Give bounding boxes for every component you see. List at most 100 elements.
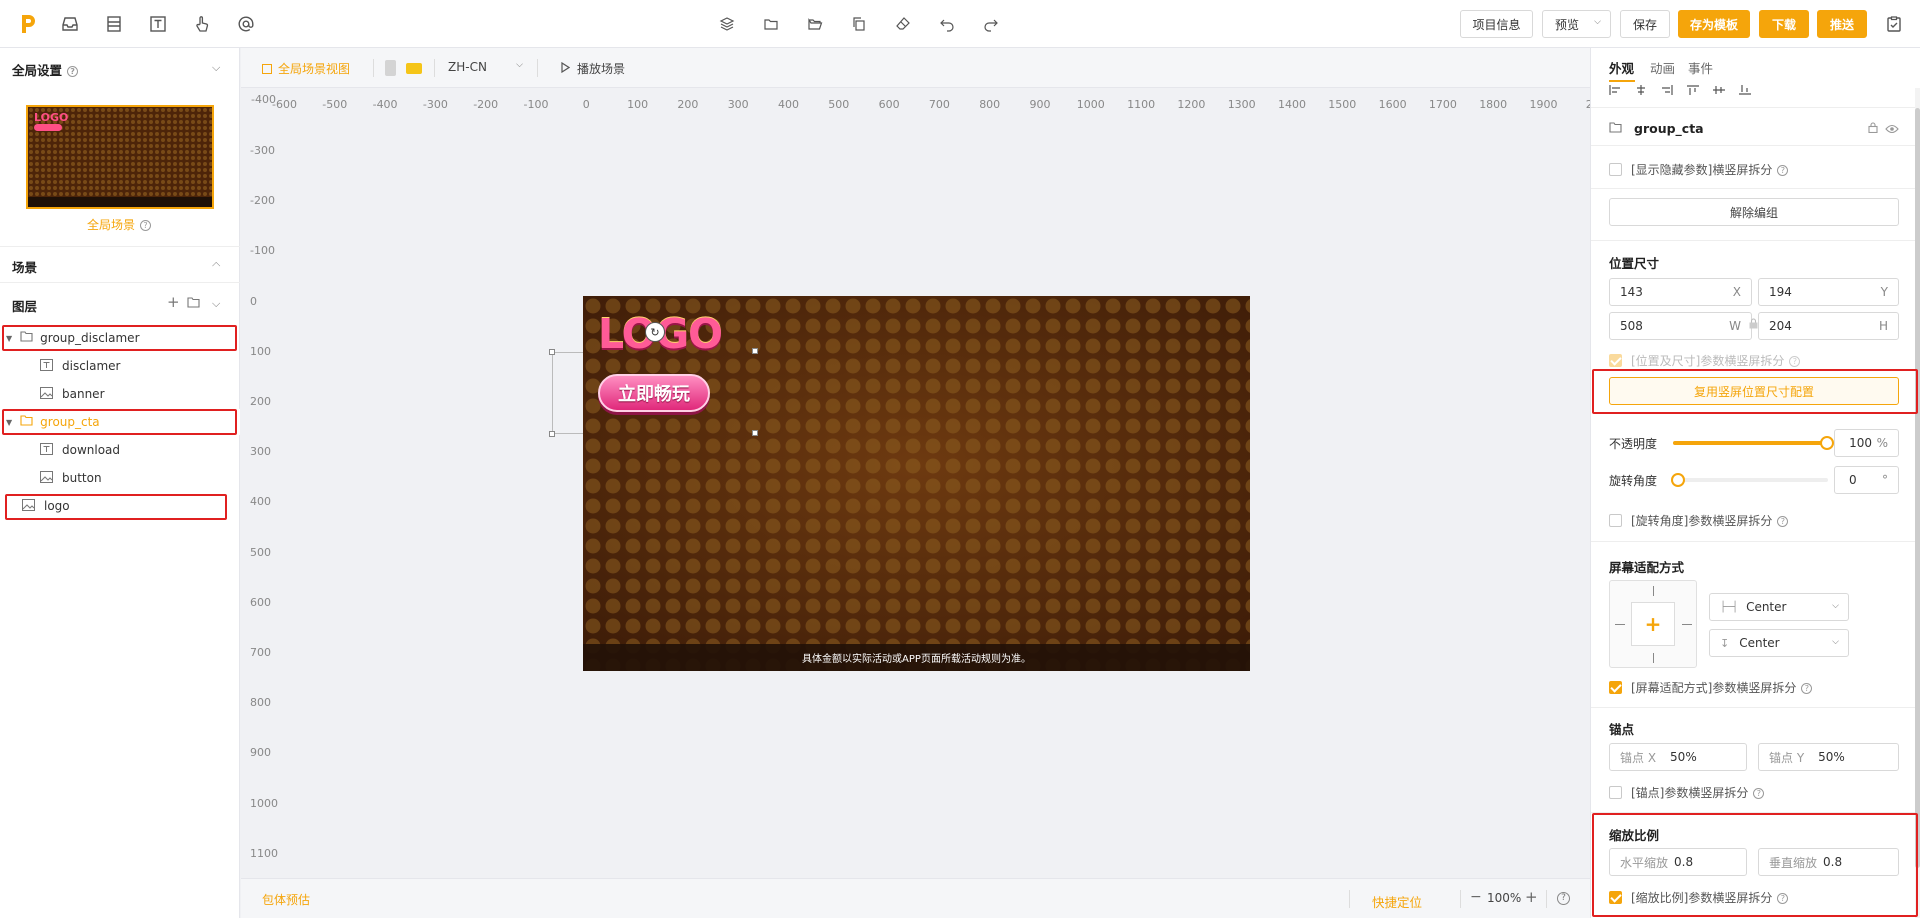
layout-icon[interactable] (102, 12, 126, 36)
opacity-slider[interactable] (1673, 436, 1834, 450)
bg-color-swatch-yellow[interactable] (406, 63, 422, 74)
layer-item-logo[interactable]: logo (0, 493, 240, 519)
fit-left-line[interactable] (1615, 624, 1625, 625)
rotation-slider[interactable] (1671, 473, 1828, 487)
folder-icon[interactable] (759, 12, 783, 36)
layer-item-group-disclamer[interactable]: ▼ group_disclamer (0, 325, 240, 351)
rotate-handle-icon[interactable]: ↻ (645, 322, 665, 342)
caret-down-icon[interactable]: ▼ (6, 418, 12, 427)
selection-handle[interactable] (549, 431, 555, 437)
selection-handle[interactable] (752, 430, 758, 436)
rotation-split-checkbox[interactable] (1609, 514, 1622, 527)
anchor-split-checkbox[interactable] (1609, 786, 1622, 799)
help-icon[interactable]: ? (1557, 892, 1570, 905)
fit-bottom-line[interactable] (1653, 653, 1654, 663)
fit-center-box[interactable]: + (1631, 602, 1675, 646)
height-input[interactable]: 204 H (1758, 312, 1899, 340)
save-as-template-button[interactable]: 存为模板 (1678, 10, 1750, 38)
layer-item-group-cta[interactable]: ▼ group_cta (0, 409, 240, 435)
align-bottom-icon[interactable] (1739, 84, 1751, 98)
vertical-fit-select[interactable]: ↧ Center ⌵ (1709, 629, 1849, 657)
tab-events[interactable]: 事件 (1688, 58, 1713, 77)
width-input[interactable]: 508 W (1609, 312, 1752, 340)
layer-item-banner[interactable]: banner (0, 381, 240, 407)
layer-item-download[interactable]: download (0, 437, 240, 463)
screen-fit-pad[interactable]: + (1609, 580, 1697, 668)
y-input[interactable]: 194 Y (1758, 278, 1899, 306)
zoom-in-button[interactable]: + (1525, 888, 1538, 906)
design-canvas[interactable]: -400 -600 -500 -400 -300 -200 -100 0 100 200 300 4… (241, 88, 1590, 878)
layer-item-button[interactable]: button (0, 465, 240, 491)
show-hidden-checkbox[interactable] (1609, 163, 1622, 176)
chevron-up-icon[interactable]: ⌵ (212, 258, 220, 272)
interaction-hand-icon[interactable] (190, 12, 214, 36)
layers-icon[interactable] (715, 12, 739, 36)
rotation-slider-thumb[interactable] (1671, 473, 1685, 487)
vertical-scale-input[interactable]: 垂直缩放 0.8 (1758, 848, 1899, 876)
bg-color-swatch-gray[interactable] (385, 60, 396, 76)
quick-locate-button[interactable]: 快捷定位 (1372, 892, 1422, 911)
zoom-out-button[interactable]: − (1470, 889, 1482, 905)
chevron-down-icon[interactable]: ⌵ (212, 297, 220, 311)
package-estimate-link[interactable]: 包体预估 (262, 891, 310, 908)
reuse-portrait-config-button[interactable]: 复用竖屏位置尺寸配置 (1609, 377, 1899, 405)
folder-open-icon[interactable] (803, 12, 827, 36)
add-folder-icon[interactable] (187, 297, 200, 311)
ungroup-button[interactable]: 解除编组 (1609, 198, 1899, 226)
preview-dropdown[interactable]: 预览 ⌵ (1542, 10, 1611, 38)
horizontal-fit-select[interactable]: ├─┤ Center ⌵ (1709, 593, 1849, 621)
add-layer-icon[interactable]: + (167, 293, 180, 311)
anchor-y-input[interactable]: 锚点 Y 50% (1758, 743, 1899, 771)
scrollbar-thumb[interactable] (1915, 108, 1920, 868)
tab-appearance[interactable]: 外观 (1609, 58, 1634, 77)
play-scene-button[interactable]: 播放场景 (561, 60, 625, 77)
chevron-down-icon[interactable]: ⌵ (212, 61, 220, 75)
disclaimer-text[interactable]: 具体金额以实际活动或APP页面所载活动规则为准。 (583, 650, 1250, 665)
artboard[interactable]: LOGO ↻ 立即畅玩 具体金额以实际活动或APP页面所载活动规则为准。 (583, 296, 1250, 671)
redo-icon[interactable] (979, 12, 1003, 36)
save-button[interactable]: 保存 (1620, 10, 1670, 38)
at-sign-icon[interactable] (234, 12, 258, 36)
aspect-lock-icon[interactable] (1749, 318, 1758, 332)
layer-item-disclamer[interactable]: disclamer (0, 353, 240, 379)
horizontal-scale-input[interactable]: 水平缩放 0.8 (1609, 848, 1747, 876)
rotation-input[interactable]: 0 ° (1834, 466, 1899, 494)
global-view-toggle[interactable]: 全局场景视图 (262, 60, 350, 77)
scale-split-checkbox[interactable] (1609, 891, 1622, 904)
align-center-h-icon[interactable] (1635, 84, 1647, 98)
eye-icon[interactable] (1885, 123, 1899, 137)
opacity-slider-thumb[interactable] (1820, 436, 1834, 450)
inbox-icon[interactable] (58, 12, 82, 36)
global-scene-thumbnail[interactable]: LOGO (26, 105, 214, 209)
fit-right-line[interactable] (1682, 624, 1692, 625)
copy-icon[interactable] (847, 12, 871, 36)
global-scene-label: 全局场景? (87, 216, 152, 233)
eraser-icon[interactable] (891, 12, 915, 36)
tab-animation[interactable]: 动画 (1650, 58, 1675, 77)
fit-split-checkbox[interactable] (1609, 681, 1622, 694)
cta-button-image[interactable]: 立即畅玩 (598, 374, 710, 412)
align-top-icon[interactable] (1687, 84, 1699, 98)
anchor-x-input[interactable]: 锚点 X 50% (1609, 743, 1747, 771)
selection-handle[interactable] (549, 349, 555, 355)
opacity-input[interactable]: 100% (1834, 429, 1899, 457)
divider (1591, 707, 1920, 708)
undo-icon[interactable] (935, 12, 959, 36)
position-split-checkbox[interactable] (1609, 354, 1622, 367)
align-right-icon[interactable] (1661, 84, 1673, 98)
fit-top-line[interactable] (1653, 586, 1654, 596)
download-button[interactable]: 下载 (1759, 10, 1809, 38)
align-center-v-icon[interactable] (1713, 84, 1725, 98)
checklist-icon[interactable] (1882, 12, 1906, 36)
language-select[interactable]: ZH-CN ⌵ (448, 60, 523, 74)
x-input[interactable]: 143 X (1609, 278, 1752, 306)
selection-handle[interactable] (752, 348, 758, 354)
ruler-x-tick: 1800 (1479, 98, 1508, 111)
align-left-icon[interactable] (1609, 84, 1621, 98)
scrollbar-track[interactable] (1915, 88, 1920, 918)
push-button[interactable]: 推送 (1817, 10, 1867, 38)
project-info-button[interactable]: 项目信息 (1460, 10, 1533, 38)
caret-down-icon[interactable]: ▼ (6, 334, 12, 343)
text-tool-icon[interactable] (146, 12, 170, 36)
lock-icon[interactable] (1868, 122, 1878, 136)
